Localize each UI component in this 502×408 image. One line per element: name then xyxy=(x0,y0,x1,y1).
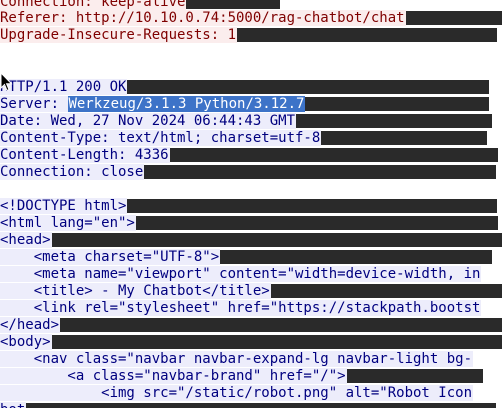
body-text: <title> - My Chatbot</title> xyxy=(0,283,271,299)
body-text: <head> xyxy=(0,232,52,248)
response-fill xyxy=(51,233,502,247)
response-body-line: <body> xyxy=(0,334,502,352)
response-fill xyxy=(305,97,490,111)
response-fill xyxy=(169,148,498,162)
response-body-line: <meta charset="UTF-8"> xyxy=(0,249,493,267)
response-header-line: Connection: close xyxy=(0,164,497,182)
response-fill xyxy=(270,284,502,298)
response-body-line: <!DOCTYPE html> xyxy=(0,198,498,216)
response-header-line: Server: Werkzeug/3.1.3 Python/3.12.7 xyxy=(0,96,490,114)
request-line: Upgrade-Insecure-Requests: 1 xyxy=(0,27,498,45)
header-text: Connection: close xyxy=(0,164,145,180)
response-fill xyxy=(220,250,493,264)
selected-server-value[interactable]: Werkzeug/3.1.3 Python/3.12.7 xyxy=(68,96,306,112)
response-body-line: <head> xyxy=(0,232,502,250)
body-text: <img src="/static/robot.png" alt="Robot … xyxy=(0,385,474,401)
header-text: Date: Wed, 27 Nov 2024 06:44:43 GMT xyxy=(0,113,297,129)
response-body-line: <link rel="stylesheet" href="https://sta… xyxy=(0,300,482,318)
response-header-line: Content-Length: 4336 xyxy=(0,147,498,165)
body-text: <html lang="en"> xyxy=(0,215,136,231)
response-status-line: HTTP/1.1 200 OK xyxy=(0,79,490,97)
response-body-line: <meta name="viewport" content="width=dev… xyxy=(0,266,482,284)
header-text: Content-Length: 4336 xyxy=(0,147,170,163)
body-text: <link rel="stylesheet" href="https://sta… xyxy=(0,300,482,316)
request-fill xyxy=(186,0,281,9)
body-text: <body> xyxy=(0,334,52,350)
body-text: bot xyxy=(0,402,27,408)
request-text: Referer: http://10.10.0.74:5000/rag-chat… xyxy=(0,10,406,26)
response-body-line: <img src="/static/robot.png" alt="Robot … xyxy=(0,385,474,403)
arrow-cursor-icon xyxy=(0,72,13,92)
response-fill xyxy=(26,403,497,408)
response-body-line: </head> xyxy=(0,317,502,335)
response-fill xyxy=(135,216,498,230)
request-fill xyxy=(237,28,498,42)
response-fill xyxy=(296,114,493,128)
request-fill xyxy=(405,11,502,25)
response-fill xyxy=(144,165,497,179)
response-fill xyxy=(127,199,498,213)
response-fill xyxy=(127,80,490,94)
request-text: Connection: keep-alive xyxy=(0,0,187,10)
request-text: Upgrade-Insecure-Requests: 1 xyxy=(0,27,238,43)
request-line: Referer: http://10.10.0.74:5000/rag-chat… xyxy=(0,10,502,28)
response-fill xyxy=(321,131,488,145)
response-header-line: Date: Wed, 27 Nov 2024 06:44:43 GMT xyxy=(0,113,493,131)
response-body-line: bot xyxy=(0,402,497,408)
http-stream-view[interactable]: Connection: keep-alive Referer: http://1… xyxy=(0,0,502,408)
body-text: <a class="navbar-brand" href="/"> xyxy=(0,368,347,384)
header-text: Content-Type: text/html; charset=utf-8 xyxy=(0,130,322,146)
response-body-line: <html lang="en"> xyxy=(0,215,498,233)
body-text: <meta name="viewport" content="width=dev… xyxy=(0,266,482,282)
response-fill xyxy=(60,318,502,332)
body-text: </head> xyxy=(0,317,61,333)
response-fill xyxy=(51,335,502,349)
response-body-line: <title> - My Chatbot</title> xyxy=(0,283,502,301)
status-text: HTTP/1.1 200 OK xyxy=(0,79,128,95)
body-text: <nav class="navbar navbar-expand-lg navb… xyxy=(0,351,474,367)
header-label: Server: xyxy=(0,96,69,112)
response-header-line: Content-Type: text/html; charset=utf-8 xyxy=(0,130,488,148)
response-body-line: <a class="navbar-brand" href="/"> xyxy=(0,368,483,386)
body-text: <!DOCTYPE html> xyxy=(0,198,128,214)
response-fill xyxy=(346,369,483,383)
body-text: <meta charset="UTF-8"> xyxy=(0,249,221,265)
response-body-line: <nav class="navbar navbar-expand-lg navb… xyxy=(0,351,474,369)
